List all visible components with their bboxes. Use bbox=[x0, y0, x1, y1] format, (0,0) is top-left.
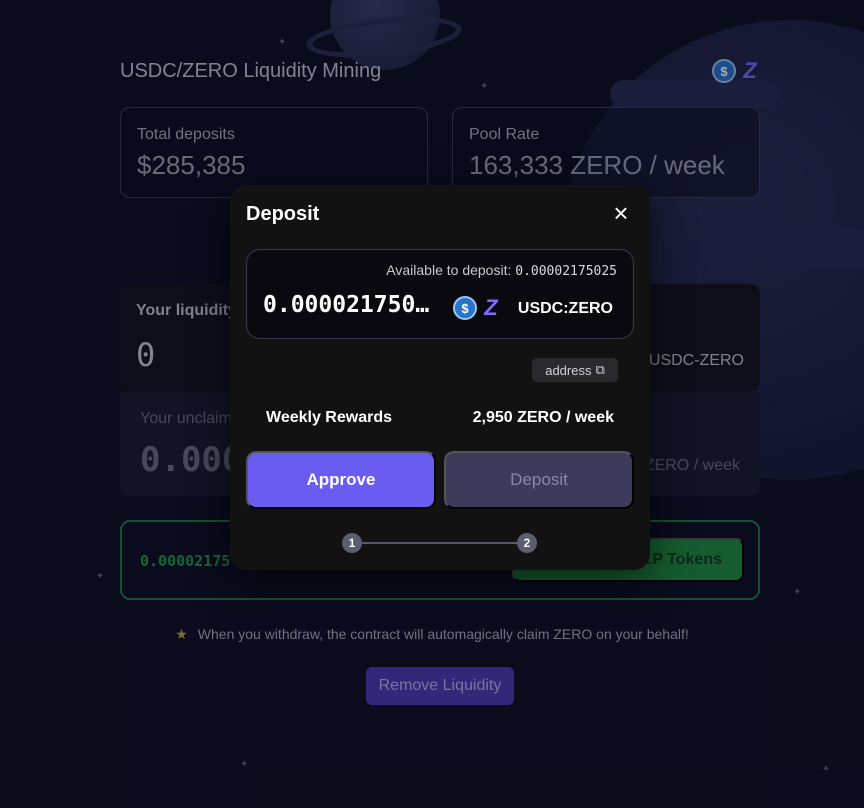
weekly-rewards-value: 2,950 ZERO / week bbox=[472, 409, 614, 426]
pair-icons: $ Z bbox=[453, 295, 503, 320]
available-label: Available to deposit: bbox=[386, 262, 512, 278]
usdc-icon: $ bbox=[453, 296, 477, 320]
deposit-input-box: Available to deposit: 0.00002175025 0.00… bbox=[246, 249, 634, 339]
address-label: address bbox=[545, 362, 592, 378]
step-progress-line bbox=[352, 542, 528, 544]
deposit-modal: Deposit × Available to deposit: 0.000021… bbox=[230, 185, 650, 570]
weekly-rewards-label: Weekly Rewards bbox=[266, 409, 392, 426]
approve-button[interactable]: Approve bbox=[246, 451, 436, 509]
zero-icon: Z bbox=[484, 295, 498, 320]
address-copy-button[interactable]: address ⧉ bbox=[532, 358, 618, 382]
deposit-button[interactable]: Deposit bbox=[444, 451, 634, 509]
pair-label: USDC:ZERO bbox=[517, 300, 613, 317]
available-to-deposit: Available to deposit: 0.00002175025 bbox=[386, 262, 617, 279]
amount-input[interactable]: 0.000021750... bbox=[263, 292, 439, 318]
step-2-indicator: 2 bbox=[517, 533, 537, 553]
step-1-indicator: 1 bbox=[342, 533, 362, 553]
available-value: 0.00002175025 bbox=[515, 264, 617, 279]
copy-icon: ⧉ bbox=[595, 362, 605, 377]
modal-title: Deposit bbox=[246, 203, 320, 225]
close-icon[interactable]: × bbox=[610, 200, 632, 226]
